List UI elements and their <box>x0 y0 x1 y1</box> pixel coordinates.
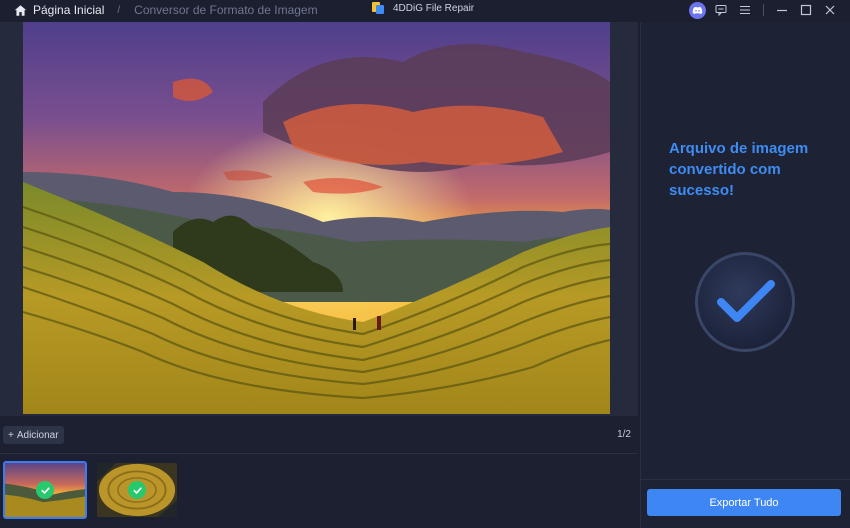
app-logo-icon <box>372 2 384 14</box>
menu-icon <box>740 6 750 14</box>
add-button-label: Adicionar <box>16 429 59 441</box>
maximize-button[interactable] <box>794 0 818 20</box>
home-icon <box>14 4 27 16</box>
add-button[interactable]: + Adicionar <box>3 426 64 444</box>
controls-divider <box>763 4 764 16</box>
thumbnail-1[interactable] <box>3 461 87 519</box>
minimize-button[interactable] <box>770 0 794 20</box>
thumbnail-strip <box>0 453 638 528</box>
discord-icon <box>688 1 706 19</box>
close-button[interactable] <box>818 0 842 20</box>
home-link[interactable]: Página Inicial <box>14 3 104 17</box>
thumbnail-2[interactable] <box>95 461 179 519</box>
home-label: Página Inicial <box>33 3 105 17</box>
close-icon <box>825 5 835 15</box>
feedback-icon <box>715 5 727 16</box>
success-message: Arquivo de imagem convertido com sucesso… <box>669 140 809 199</box>
preview-image <box>23 22 610 414</box>
panel-footer: Exportar Tudo <box>641 479 850 528</box>
discord-button[interactable] <box>685 0 709 20</box>
minimize-icon <box>777 9 787 12</box>
bottom-toolbar: + Adicionar 1/2 <box>0 418 638 452</box>
export-all-button[interactable]: Exportar Tudo <box>647 489 841 516</box>
app-name: 4DDiG File Repair <box>393 2 475 14</box>
breadcrumb-separator: / <box>117 4 121 16</box>
plus-icon: + <box>8 429 14 441</box>
maximize-icon <box>800 4 812 16</box>
window-controls <box>685 0 842 20</box>
preview-area <box>0 22 638 416</box>
feedback-button[interactable] <box>709 0 733 20</box>
page-indicator: 1/2 <box>617 429 631 440</box>
result-panel: Arquivo de imagem convertido com sucesso… <box>640 22 850 528</box>
breadcrumb-current: Conversor de Formato de Imagem <box>134 3 318 17</box>
title-bar: Página Inicial / Conversor de Formato de… <box>0 0 850 20</box>
converted-check-icon-1 <box>36 481 54 499</box>
app-title: 4DDiG File Repair <box>372 2 474 14</box>
converted-check-icon-2 <box>128 481 146 499</box>
menu-button[interactable] <box>733 0 757 20</box>
success-check-icon <box>693 250 797 354</box>
